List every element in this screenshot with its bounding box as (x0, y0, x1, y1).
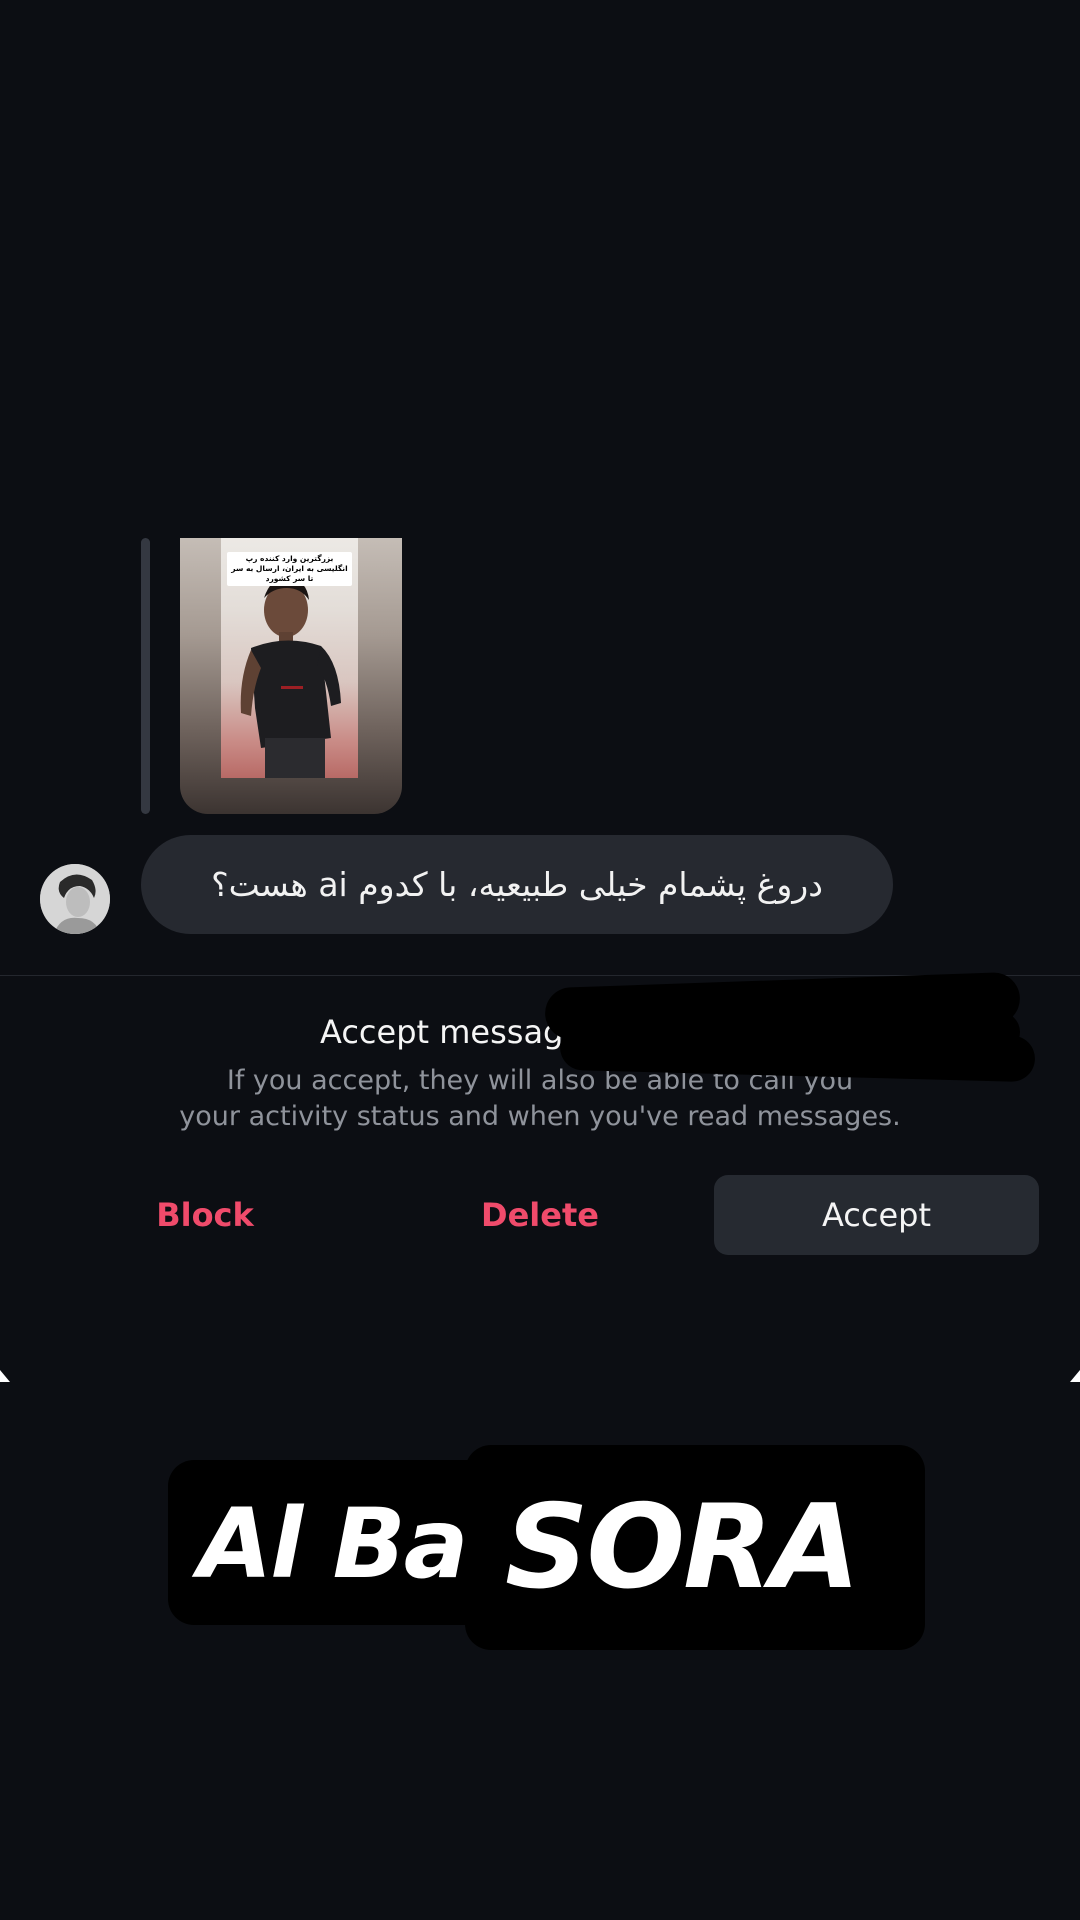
screenshot-corner-right (1070, 1370, 1080, 1382)
block-button[interactable]: Block (70, 1175, 340, 1255)
request-actions: Block Delete Accept (0, 1175, 1080, 1255)
message-bubble[interactable]: دروغ پشمام خیلی طبیعیه، با کدوم ai هست؟ (141, 835, 893, 934)
sender-avatar[interactable] (40, 864, 110, 934)
message-text: دروغ پشمام خیلی طبیعیه، با کدوم ai هست؟ (211, 865, 823, 904)
reply-indicator-bar (141, 538, 150, 814)
redaction-mark (720, 1012, 1020, 1052)
accept-button[interactable]: Accept (714, 1175, 1039, 1255)
screenshot-corner-left (0, 1370, 10, 1382)
overlay-text-right: SORA (505, 1480, 860, 1615)
overlay-text-left: Al Ba (198, 1488, 469, 1600)
shared-media-card[interactable]: بزرگترین وارد کننده رپ انگلیسی به ایران،… (180, 538, 402, 814)
avatar-portrait-image (40, 864, 110, 934)
delete-button[interactable]: Delete (405, 1175, 675, 1255)
shared-media-caption: بزرگترین وارد کننده رپ انگلیسی به ایران،… (227, 552, 352, 586)
request-description-line-2: your activity status and when you've rea… (179, 1101, 901, 1132)
dm-screen: بزرگترین وارد کننده رپ انگلیسی به ایران،… (0, 0, 1080, 1920)
shared-media-thumbnail: بزرگترین وارد کننده رپ انگلیسی به ایران،… (221, 538, 358, 778)
